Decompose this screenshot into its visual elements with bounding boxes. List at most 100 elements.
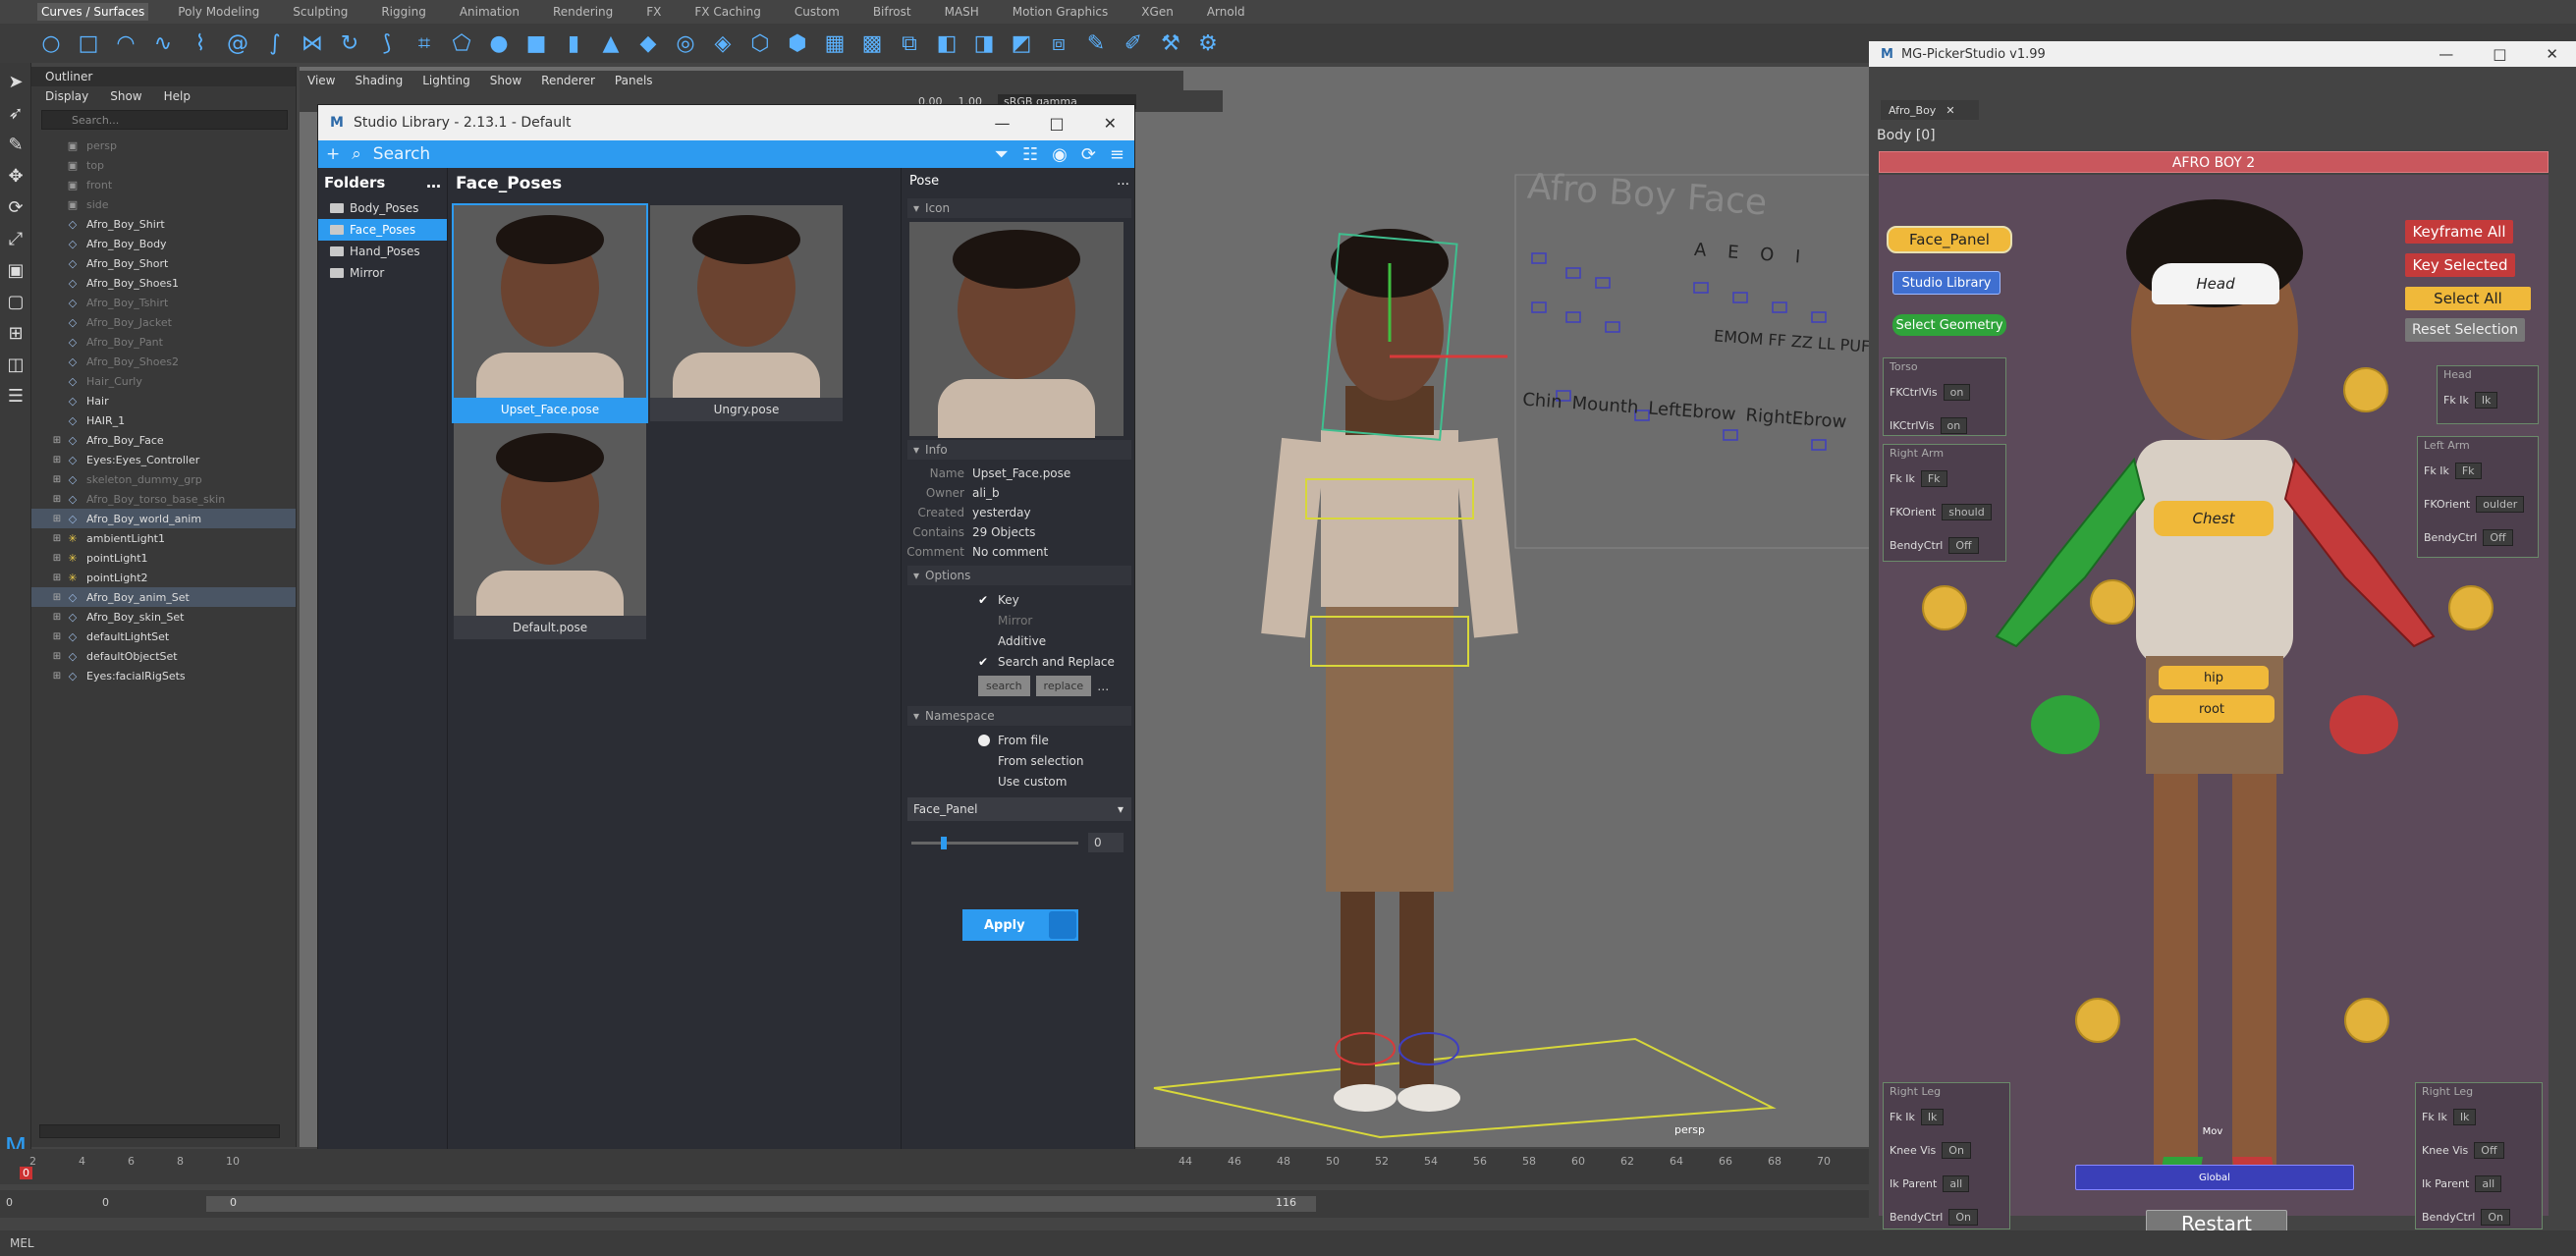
- studio-library-button[interactable]: Studio Library: [1892, 271, 2001, 295]
- outliner-item[interactable]: ⊞ ✳ pointLight1: [31, 548, 296, 568]
- group-row-select[interactable]: all: [2475, 1174, 2502, 1192]
- outliner-item[interactable]: ◇ Afro_Boy_Shoes1: [31, 273, 296, 293]
- outliner-menu-item[interactable]: Help: [164, 89, 191, 103]
- root-control-button[interactable]: root: [2149, 695, 2275, 723]
- start-time-field[interactable]: 0: [6, 1196, 13, 1209]
- paint-select-icon[interactable]: ✎: [3, 132, 28, 157]
- outliner-item[interactable]: ◇ Afro_Boy_Pant: [31, 332, 296, 352]
- shelf-tab[interactable]: Animation: [456, 3, 523, 21]
- sliders-icon[interactable]: ☷: [1022, 144, 1038, 165]
- group-row-select[interactable]: Ik: [2452, 1108, 2477, 1125]
- info-section[interactable]: ▾ Info: [907, 440, 1131, 460]
- surface-icon[interactable]: ◈: [709, 29, 737, 57]
- outliner-item[interactable]: ⊞ ◇ defaultLightSet: [31, 627, 296, 646]
- expand-icon[interactable]: ⊞: [49, 435, 65, 446]
- lasso-icon[interactable]: ➶: [3, 100, 28, 126]
- outliner-item[interactable]: ⊞ ✳ ambientLight1: [31, 528, 296, 548]
- paint-icon[interactable]: ✐: [1120, 29, 1147, 57]
- outliner-item[interactable]: ◇ HAIR_1: [31, 410, 296, 430]
- group-row-select[interactable]: Ik: [2474, 391, 2498, 409]
- detach-icon[interactable]: ⬢: [784, 29, 811, 57]
- slider-value-field[interactable]: 0: [1088, 833, 1124, 852]
- group-row-select[interactable]: On: [1942, 1141, 1971, 1159]
- outliner-menu-item[interactable]: Display: [45, 89, 88, 103]
- sphere-icon[interactable]: ●: [485, 29, 513, 57]
- global-control-button[interactable]: Global: [2075, 1165, 2354, 1190]
- menu-icon[interactable]: ≡: [1110, 144, 1124, 165]
- apply-button[interactable]: Apply: [962, 909, 1078, 941]
- option-checkbox[interactable]: Mirror: [904, 610, 1135, 630]
- folders-more-icon[interactable]: …: [426, 174, 441, 191]
- cube-icon[interactable]: ■: [522, 29, 550, 57]
- option-checkbox[interactable]: Additive: [904, 630, 1135, 651]
- outliner-item[interactable]: ◇ Hair: [31, 391, 296, 410]
- group-row-select[interactable]: Ik: [1920, 1108, 1945, 1125]
- pose-thumbnail[interactable]: Upset_Face.pose: [452, 203, 648, 423]
- shelf-tab[interactable]: Custom: [791, 3, 844, 21]
- namespace-radio[interactable]: From file: [904, 730, 1135, 750]
- group-row-select[interactable]: on: [1943, 383, 1971, 401]
- ik-switch-dot[interactable]: [2343, 367, 2388, 412]
- square-icon[interactable]: □: [75, 29, 102, 57]
- search-input[interactable]: Search: [373, 144, 430, 164]
- outliner-layout-icon[interactable]: ☰: [3, 383, 28, 409]
- expand-icon[interactable]: ⊞: [49, 533, 65, 544]
- shelf-tab[interactable]: Curves / Surfaces: [37, 3, 149, 21]
- close-icon[interactable]: ✕: [2546, 45, 2558, 63]
- filter-icon[interactable]: ⏷: [995, 144, 1009, 165]
- current-frame[interactable]: 0: [20, 1167, 32, 1179]
- select-arrow-icon[interactable]: ➤: [3, 69, 28, 94]
- namespace-radio[interactable]: Use custom: [904, 771, 1135, 792]
- expand-icon[interactable]: ⊞: [49, 631, 65, 642]
- ik-switch-dot[interactable]: [1922, 585, 1967, 630]
- spiral-icon[interactable]: @: [224, 29, 251, 57]
- circle-icon[interactable]: ○: [37, 29, 65, 57]
- ik-switch-dot[interactable]: [2090, 579, 2135, 625]
- boolean-icon[interactable]: ◩: [1008, 29, 1035, 57]
- refresh-icon[interactable]: ⟳: [1081, 144, 1096, 165]
- loft-icon[interactable]: ⋈: [299, 29, 326, 57]
- stitch-icon[interactable]: ⧈: [1045, 29, 1072, 57]
- head-control-button[interactable]: Head: [2152, 263, 2279, 304]
- revolve-icon[interactable]: ↻: [336, 29, 363, 57]
- group-row-select[interactable]: On: [1948, 1208, 1978, 1226]
- outliner-item[interactable]: ⊞ ◇ Eyes:Eyes_Controller: [31, 450, 296, 469]
- icon-section[interactable]: ▾ Icon: [907, 198, 1131, 218]
- viewport-menu-item[interactable]: View: [307, 74, 335, 87]
- outliner-item[interactable]: ⊞ ◇ defaultObjectSet: [31, 646, 296, 666]
- expand-icon[interactable]: ⊞: [49, 592, 65, 603]
- viewport-menu-item[interactable]: Lighting: [422, 74, 470, 87]
- untrim-icon[interactable]: ◨: [970, 29, 998, 57]
- expand-icon[interactable]: ⊞: [49, 651, 65, 662]
- group-row-select[interactable]: should: [1942, 503, 1992, 520]
- outliner-item[interactable]: ▣ side: [31, 194, 296, 214]
- shelf-tab[interactable]: Motion Graphics: [1009, 3, 1113, 21]
- plane-icon[interactable]: ◆: [634, 29, 662, 57]
- outliner-item[interactable]: ◇ Afro_Boy_Shirt: [31, 214, 296, 234]
- expand-icon[interactable]: ⊞: [49, 553, 65, 564]
- shelf-tab[interactable]: MASH: [941, 3, 983, 21]
- trim-icon[interactable]: ◧: [933, 29, 960, 57]
- replace-more-icon[interactable]: …: [1097, 680, 1109, 693]
- close-icon[interactable]: ✕: [1104, 114, 1117, 133]
- outliner-item[interactable]: ⊞ ◇ Eyes:facialRigSets: [31, 666, 296, 685]
- shelf-tab[interactable]: Rendering: [549, 3, 617, 21]
- viewport-menu-item[interactable]: Panels: [615, 74, 653, 87]
- group-row-select[interactable]: Fk: [2454, 462, 2482, 479]
- scale-icon[interactable]: ⤢: [3, 226, 28, 251]
- ik-switch-dot[interactable]: [2344, 998, 2389, 1043]
- apply-options-icon[interactable]: [1049, 911, 1076, 939]
- expand-icon[interactable]: ⊞: [49, 455, 65, 465]
- tab-close-icon[interactable]: ✕: [1946, 104, 1954, 117]
- expand-icon[interactable]: ⊞: [49, 573, 65, 583]
- wrench-icon[interactable]: ⚒: [1157, 29, 1184, 57]
- last-tool-icon[interactable]: ▣: [3, 257, 28, 283]
- expand-icon[interactable]: ⊞: [49, 671, 65, 682]
- option-checkbox[interactable]: ✔ Key: [904, 589, 1135, 610]
- group-row-select[interactable]: Fk: [1920, 469, 1947, 487]
- curve-edit-icon[interactable]: ∫: [261, 29, 289, 57]
- layout-split-icon[interactable]: ◫: [3, 352, 28, 377]
- shelf-tab[interactable]: Bifrost: [869, 3, 915, 21]
- outliner-item[interactable]: ◇ Afro_Boy_Shoes2: [31, 352, 296, 371]
- rotate-icon[interactable]: ⟳: [3, 194, 28, 220]
